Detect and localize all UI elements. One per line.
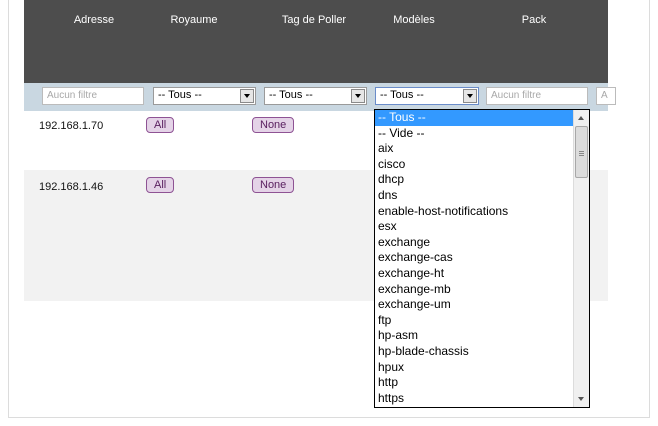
poller-filter-value: -- Tous -- [269, 89, 313, 101]
dropdown-option[interactable]: exchange [375, 235, 575, 251]
chevron-down-icon[interactable] [240, 89, 254, 103]
royaume-filter-select[interactable]: -- Tous -- [153, 87, 256, 105]
dropdown-option[interactable]: hpux [375, 360, 575, 376]
table-panel: Adresse Royaume Tag de Poller Modèles Pa… [8, 0, 650, 418]
modeles-filter-select[interactable]: -- Tous -- [375, 87, 479, 105]
scroll-up-icon[interactable] [574, 110, 589, 126]
column-header-modeles[interactable]: Modèles [374, 14, 454, 26]
column-header-pack[interactable]: Pack [494, 14, 574, 26]
dropdown-option[interactable]: exchange-mb [375, 282, 575, 298]
extra-filter-input[interactable]: A [596, 87, 616, 105]
dropdown-option[interactable]: -- Tous -- [375, 110, 575, 126]
dropdown-option[interactable]: dns [375, 188, 575, 204]
dropdown-option[interactable]: hp-blade-chassis [375, 344, 575, 360]
dropdown-option[interactable]: dhcp [375, 172, 575, 188]
column-header-adresse[interactable]: Adresse [54, 14, 134, 26]
dropdown-option[interactable]: -- Vide -- [375, 126, 575, 142]
dropdown-option[interactable]: enable-host-notifications [375, 204, 575, 220]
modeles-dropdown-list[interactable]: -- Tous -- -- Vide -- aix cisco dhcp dns enabl… [374, 109, 590, 408]
dropdown-option[interactable]: exchange-um [375, 297, 575, 313]
dropdown-option[interactable]: exchange-ht [375, 266, 575, 282]
dropdown-option[interactable]: cisco [375, 157, 575, 173]
filter-bar: Aucun filtre -- Tous -- -- Tous -- -- To… [24, 83, 616, 111]
royaume-filter-value: -- Tous -- [158, 89, 202, 101]
poller-tag-badge[interactable]: None [252, 117, 295, 133]
chevron-down-icon[interactable] [351, 89, 365, 103]
dropdown-option[interactable]: esx [375, 219, 575, 235]
realm-badge[interactable]: All [146, 117, 175, 133]
row-address: 192.168.1.46 [39, 181, 104, 193]
scroll-down-icon[interactable] [574, 391, 589, 407]
modeles-filter-value: -- Tous -- [380, 89, 424, 101]
dropdown-option[interactable]: aix [375, 141, 575, 157]
scroll-thumb[interactable] [575, 126, 588, 178]
dropdown-option[interactable]: https [375, 391, 575, 407]
pack-filter-input[interactable]: Aucun filtre [486, 87, 588, 105]
poller-filter-select[interactable]: -- Tous -- [264, 87, 367, 105]
dropdown-option[interactable]: hp-asm [375, 328, 575, 344]
dropdown-option[interactable]: exchange-cas [375, 250, 575, 266]
adresse-filter-input[interactable]: Aucun filtre [42, 87, 144, 105]
dropdown-option[interactable]: ftp [375, 313, 575, 329]
chevron-down-icon[interactable] [463, 89, 477, 103]
dropdown-scrollbar[interactable] [573, 110, 589, 407]
column-header-royaume[interactable]: Royaume [154, 14, 234, 26]
dropdown-options: -- Tous -- -- Vide -- aix cisco dhcp dns enabl… [375, 110, 589, 406]
realm-badge[interactable]: All [146, 177, 175, 193]
dropdown-option[interactable]: http [375, 375, 575, 391]
poller-tag-badge[interactable]: None [252, 177, 295, 193]
table-header: Adresse Royaume Tag de Poller Modèles Pa… [24, 0, 608, 83]
row-address: 192.168.1.70 [39, 120, 104, 132]
column-header-tag-de-poller[interactable]: Tag de Poller [264, 14, 364, 26]
